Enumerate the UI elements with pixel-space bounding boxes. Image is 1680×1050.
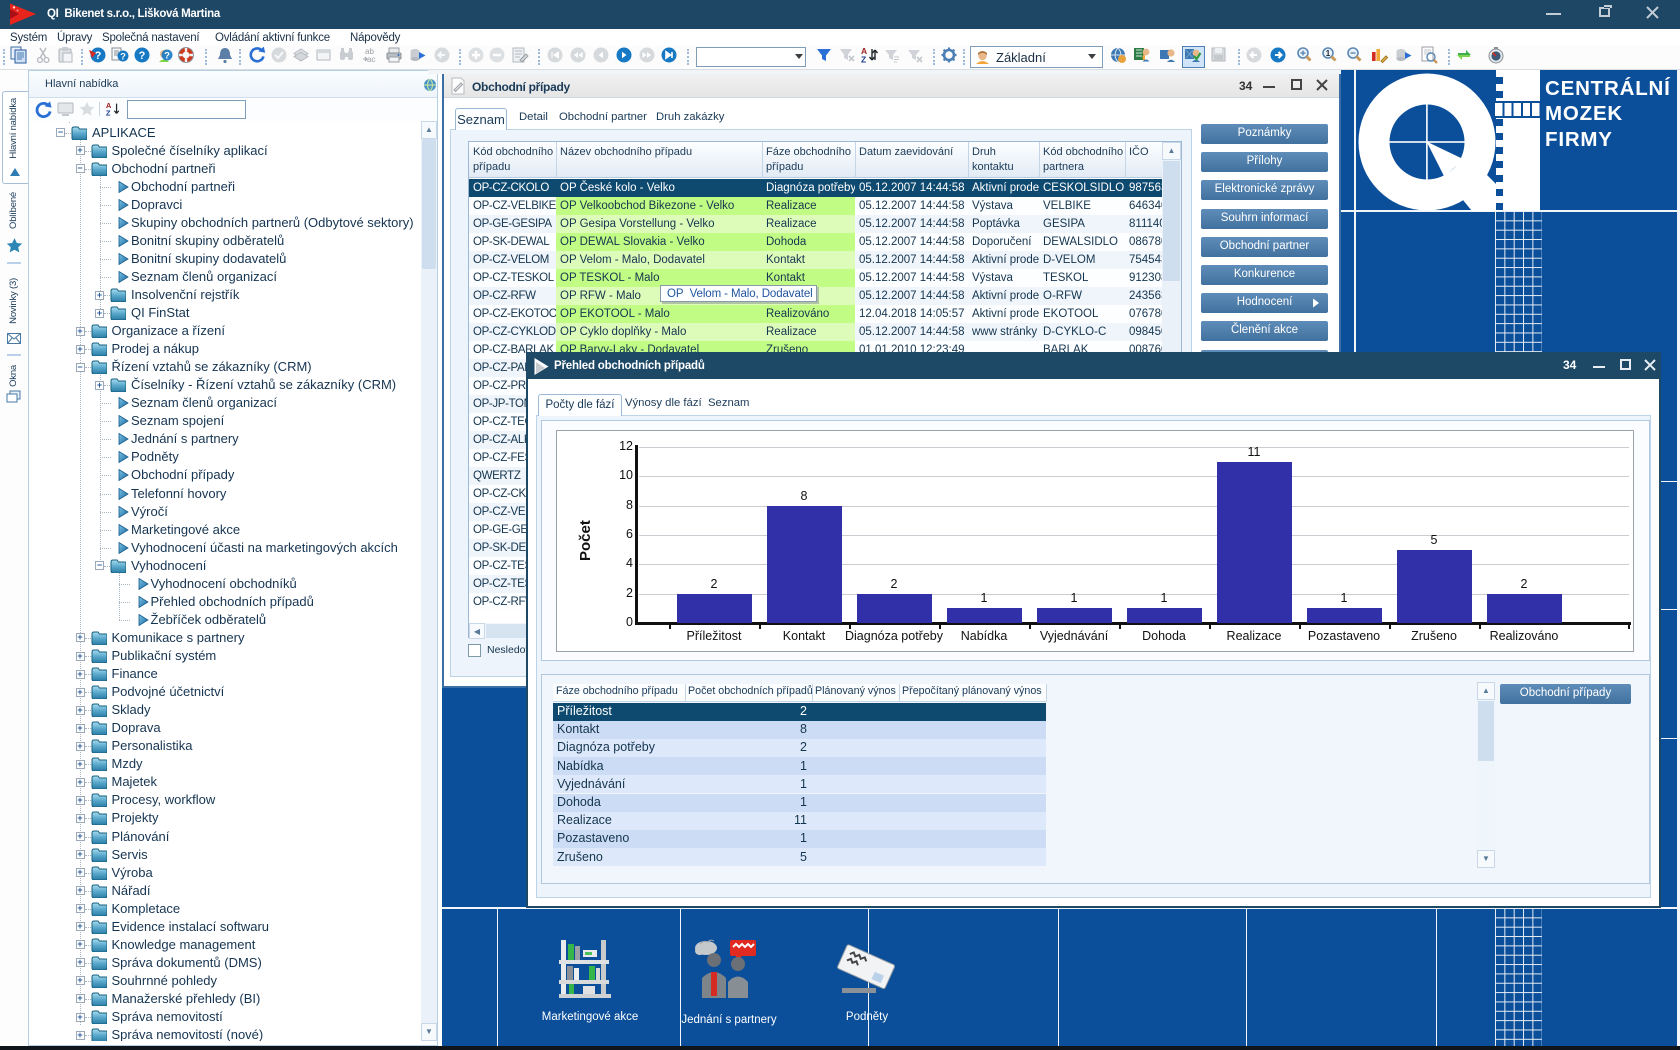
- svg-text:Z: Z: [861, 55, 866, 65]
- svg-text:1: 1: [1326, 49, 1331, 58]
- svg-text:?: ?: [139, 50, 146, 62]
- svg-text:?: ?: [164, 51, 170, 62]
- svg-text:?: ?: [120, 52, 126, 63]
- svg-text:ac: ac: [367, 55, 375, 64]
- svg-text:?: ?: [95, 50, 102, 62]
- svg-text:Z: Z: [106, 109, 111, 117]
